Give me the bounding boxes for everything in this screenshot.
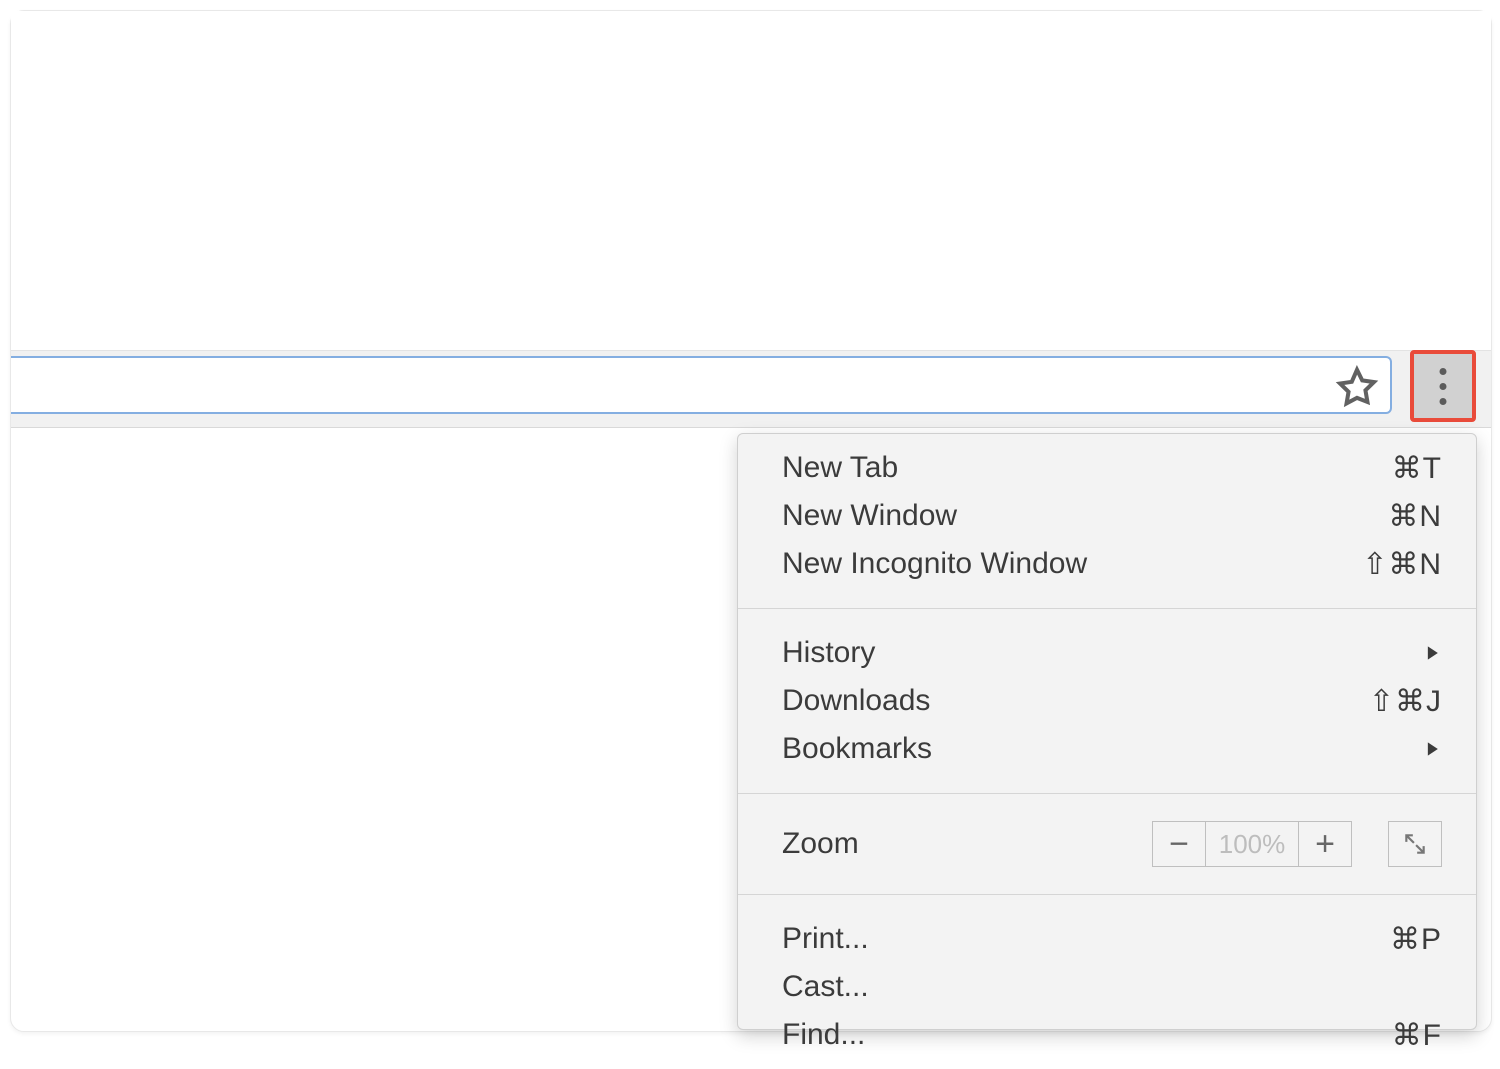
menu-item-shortcut: ⌘T	[1392, 451, 1442, 486]
menu-item-shortcut: ⇧⌘N	[1362, 547, 1442, 582]
browser-window: New Tab ⌘T New Window ⌘N New Incognito W…	[10, 10, 1492, 1032]
menu-item-label: New Window	[782, 499, 1388, 533]
menu-separator	[738, 793, 1476, 794]
menu-item-label: Bookmarks	[782, 732, 1422, 766]
menu-item-history[interactable]: History	[738, 629, 1476, 677]
menu-item-new-window[interactable]: New Window ⌘N	[738, 492, 1476, 540]
menu-item-shortcut: ⌘P	[1390, 922, 1442, 957]
tab-strip-area	[11, 11, 1491, 350]
menu-item-bookmarks[interactable]: Bookmarks	[738, 725, 1476, 773]
kebab-icon	[1440, 383, 1447, 390]
chevron-right-icon	[1422, 643, 1442, 663]
menu-item-new-incognito[interactable]: New Incognito Window ⇧⌘N	[738, 540, 1476, 588]
kebab-icon	[1440, 368, 1447, 375]
chrome-main-menu: New Tab ⌘T New Window ⌘N New Incognito W…	[737, 433, 1477, 1030]
menu-item-downloads[interactable]: Downloads ⇧⌘J	[738, 677, 1476, 725]
menu-item-label: Downloads	[782, 684, 1369, 718]
menu-item-label: New Tab	[782, 451, 1392, 485]
chevron-right-icon	[1422, 739, 1442, 759]
menu-item-shortcut: ⌘N	[1388, 499, 1442, 534]
menu-separator	[738, 894, 1476, 895]
zoom-in-button[interactable]: +	[1299, 822, 1351, 866]
menu-item-cast[interactable]: Cast...	[738, 963, 1476, 1011]
zoom-controls: − 100% +	[1152, 821, 1352, 867]
menu-item-shortcut: ⇧⌘J	[1369, 684, 1442, 719]
fullscreen-button[interactable]	[1388, 821, 1442, 867]
zoom-label: Zoom	[782, 827, 1152, 861]
fullscreen-icon	[1402, 831, 1428, 857]
menu-item-label: New Incognito Window	[782, 547, 1362, 581]
address-bar[interactable]	[11, 356, 1392, 414]
kebab-icon	[1440, 398, 1447, 405]
menu-item-find[interactable]: Find... ⌘F	[738, 1011, 1476, 1059]
menu-item-label: Cast...	[782, 970, 1442, 1004]
bookmark-star-icon[interactable]	[1335, 365, 1379, 409]
menu-item-label: Find...	[782, 1018, 1392, 1052]
plus-icon: +	[1315, 827, 1335, 861]
menu-item-shortcut: ⌘F	[1392, 1018, 1442, 1053]
menu-separator	[738, 608, 1476, 609]
menu-item-label: History	[782, 636, 1422, 670]
zoom-value: 100%	[1206, 822, 1299, 866]
minus-icon: −	[1169, 827, 1189, 861]
zoom-out-button[interactable]: −	[1153, 822, 1206, 866]
menu-item-label: Print...	[782, 922, 1390, 956]
menu-item-new-tab[interactable]: New Tab ⌘T	[738, 444, 1476, 492]
more-menu-button[interactable]	[1410, 350, 1476, 422]
menu-item-print[interactable]: Print... ⌘P	[738, 915, 1476, 963]
menu-item-zoom: Zoom − 100% +	[738, 814, 1476, 874]
